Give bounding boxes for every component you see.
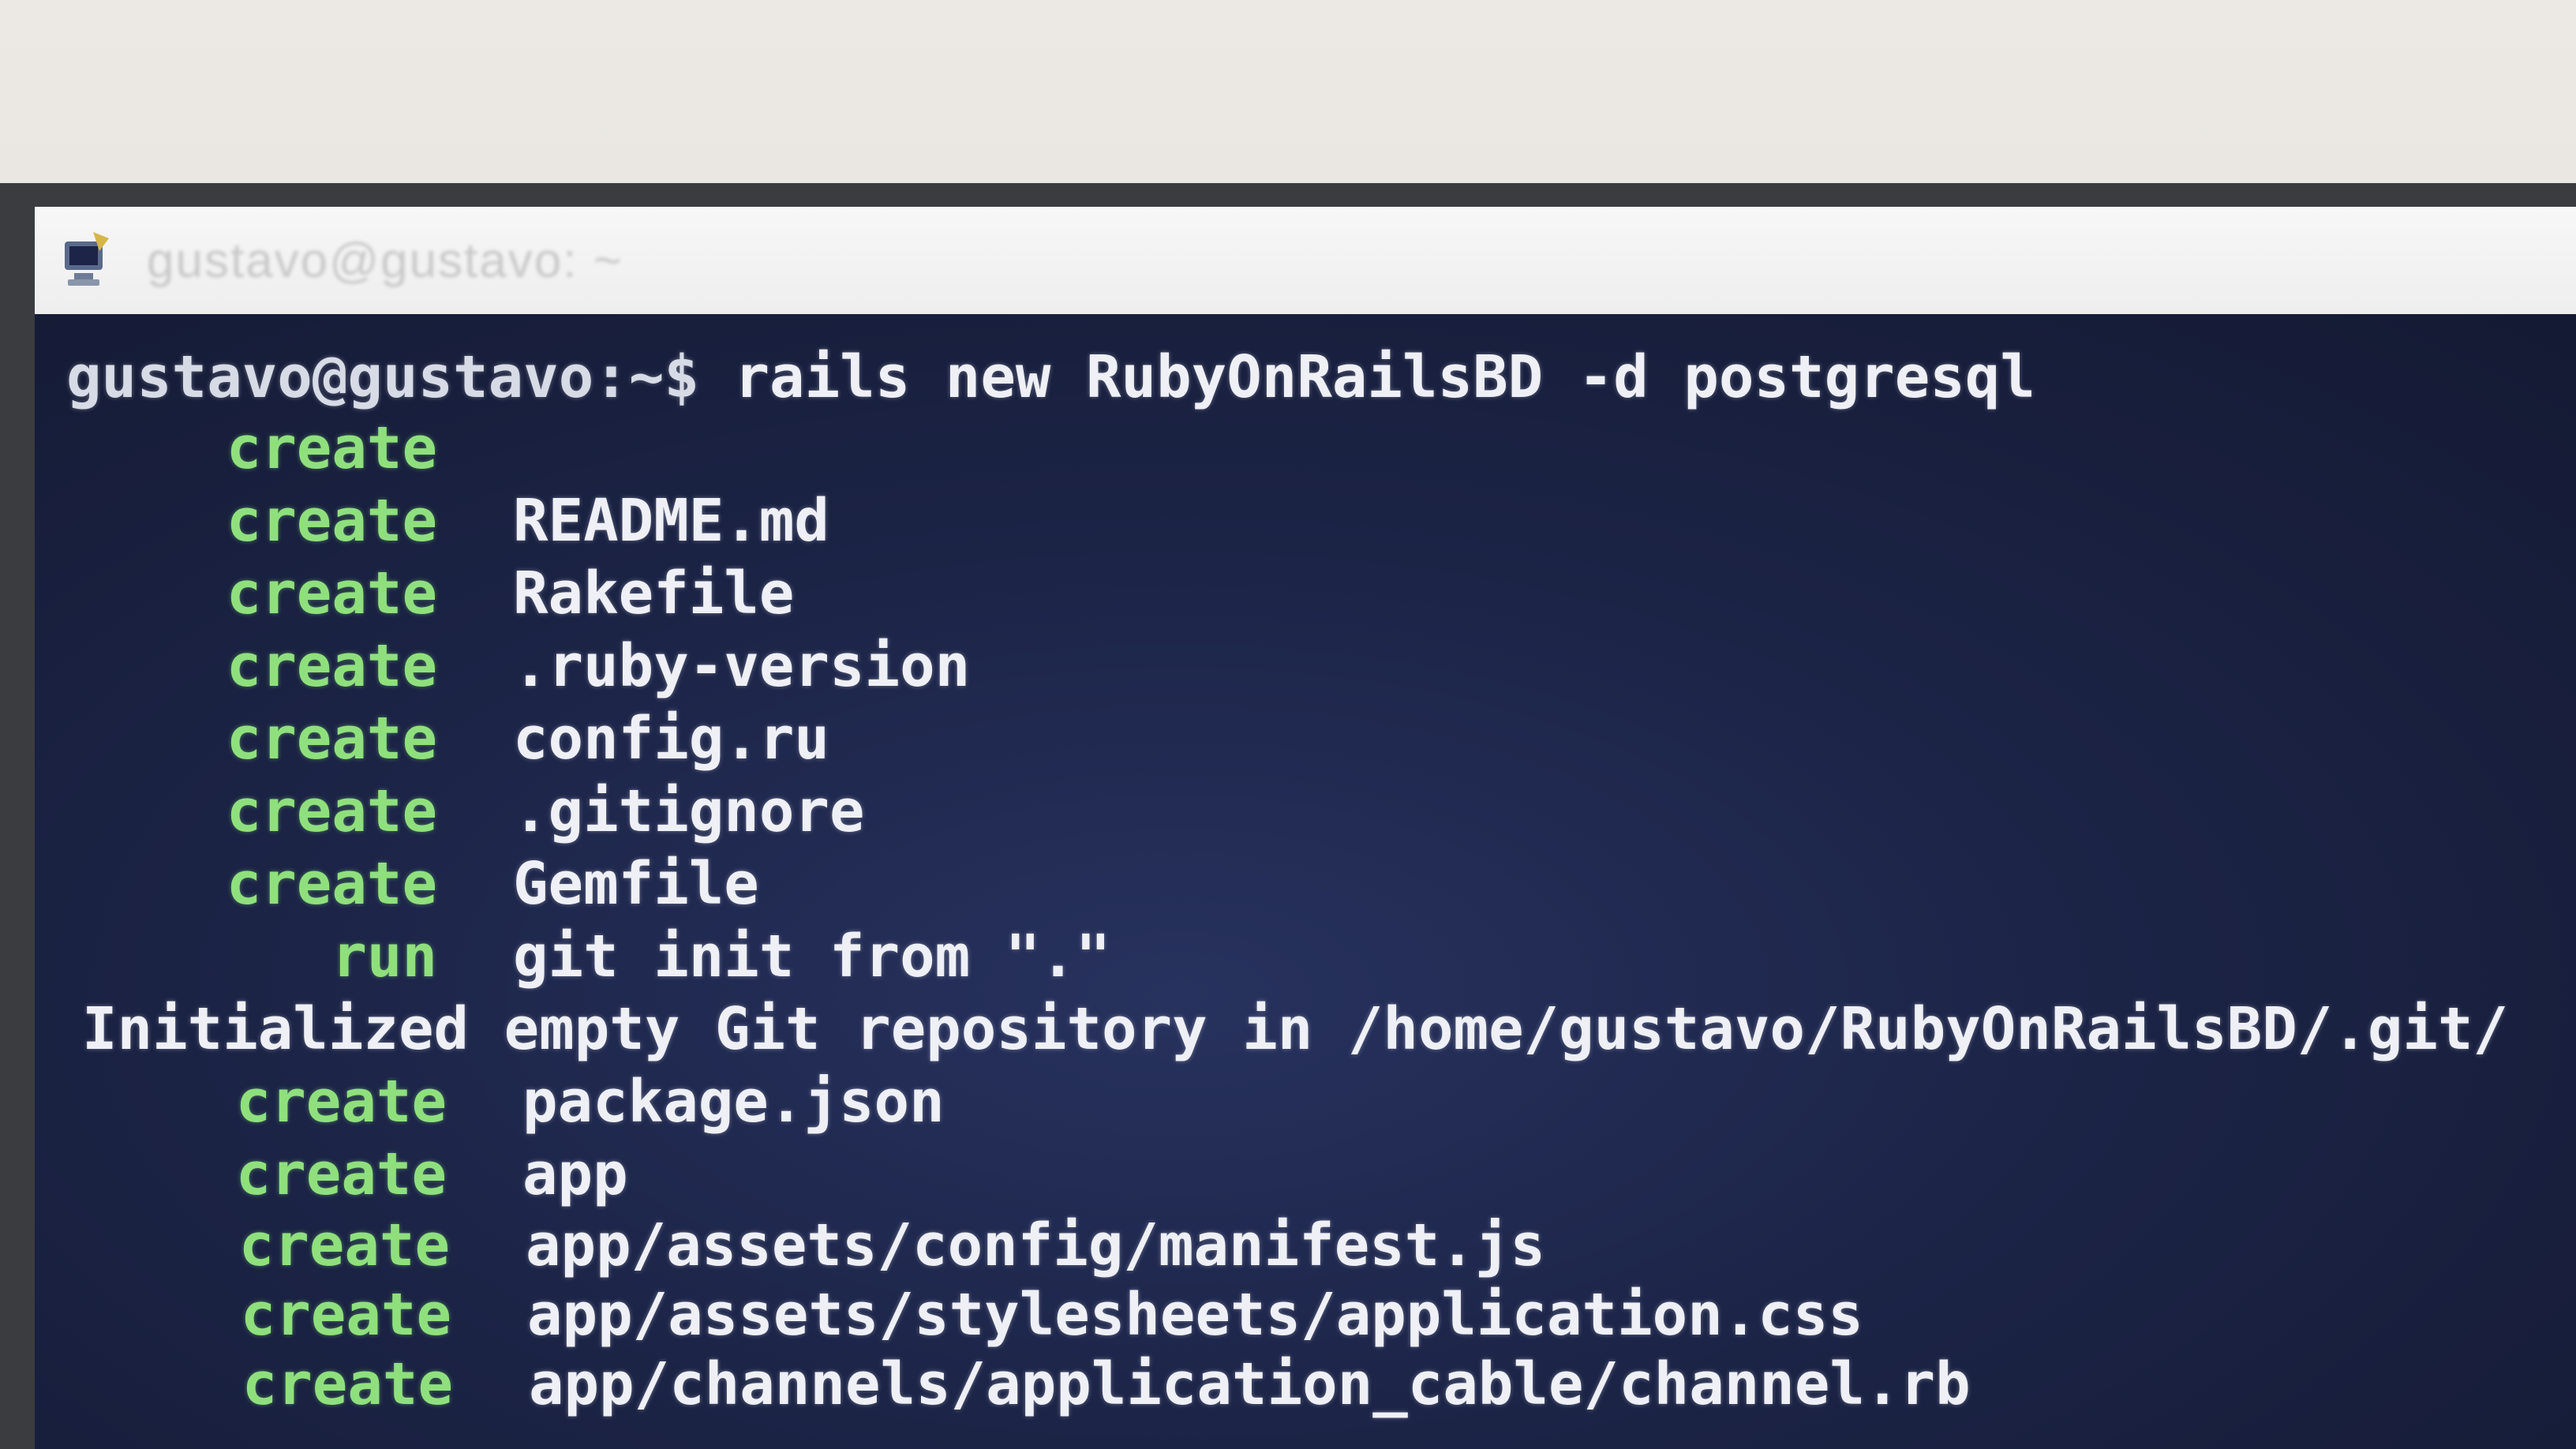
git-init-message: Initialized empty Git repository in /hom… [82, 995, 2509, 1063]
output-verb: create [238, 1211, 450, 1279]
output-path: .ruby-version [513, 632, 971, 700]
output-verb: create [226, 560, 437, 627]
output-line: create [66, 412, 513, 485]
output-verb: create [235, 1140, 447, 1208]
output-verb: create [242, 1350, 453, 1418]
output-path: .gitignore [513, 777, 865, 845]
output-path: git init from "." [513, 923, 1111, 990]
terminal-output[interactable]: gustavo@gustavo:~$ rails new RubyOnRails… [35, 314, 2576, 1449]
output-path: app/assets/config/manifest.js [526, 1211, 1546, 1279]
output-path: package.json [522, 1068, 945, 1136]
output-line: create Rakefile [66, 557, 795, 630]
terminal-app-icon[interactable] [58, 229, 115, 292]
output-verb: create [226, 705, 437, 773]
output-path: Gemfile [513, 850, 759, 918]
command-line: gustavo@gustavo:~$ rails new RubyOnRails… [66, 341, 2035, 414]
output-path: config.ru [513, 705, 829, 773]
output-verb: create [226, 487, 437, 555]
output-verb: create [226, 777, 437, 845]
output-path: Rakefile [513, 560, 795, 627]
output-verb: create [226, 632, 437, 700]
output-verb: create [226, 850, 437, 918]
output-verb: create [235, 1068, 447, 1136]
output-line: create .ruby-version [66, 630, 971, 702]
output-path: app/channels/application_cable/channel.r… [529, 1350, 1971, 1418]
command-text: rails new RubyOnRailsBD -d postgresql [734, 343, 2035, 411]
output-line: create app/assets/config/manifest.js [79, 1209, 1545, 1282]
output-line: create README.md [66, 485, 829, 557]
output-verb: run [331, 923, 437, 990]
output-line: create config.ru [66, 702, 829, 775]
terminal-window: gustavo@gustavo: ~ gustavo@gustavo:~$ ra… [35, 207, 2576, 1449]
output-line: create app/assets/stylesheets/application… [80, 1279, 1863, 1351]
output-line: create app/channels/application_cable/cha… [82, 1348, 1971, 1421]
output-line: create .gitignore [66, 775, 865, 848]
output-path: app/assets/stylesheets/application.css [527, 1281, 1863, 1349]
output-line: create app [76, 1138, 628, 1211]
shell-prompt: gustavo@gustavo:~$ [66, 343, 735, 411]
output-path: README.md [513, 487, 829, 555]
window-title: gustavo@gustavo: ~ [147, 233, 623, 288]
output-verb: create [226, 414, 437, 482]
output-line: run git init from "." [66, 920, 1110, 993]
output-line: create Gemfile [66, 848, 759, 920]
output-verb: create [240, 1281, 451, 1349]
output-path: app [522, 1140, 628, 1208]
title-bar[interactable]: gustavo@gustavo: ~ [35, 207, 2576, 314]
output-line: create package.json [76, 1065, 945, 1138]
